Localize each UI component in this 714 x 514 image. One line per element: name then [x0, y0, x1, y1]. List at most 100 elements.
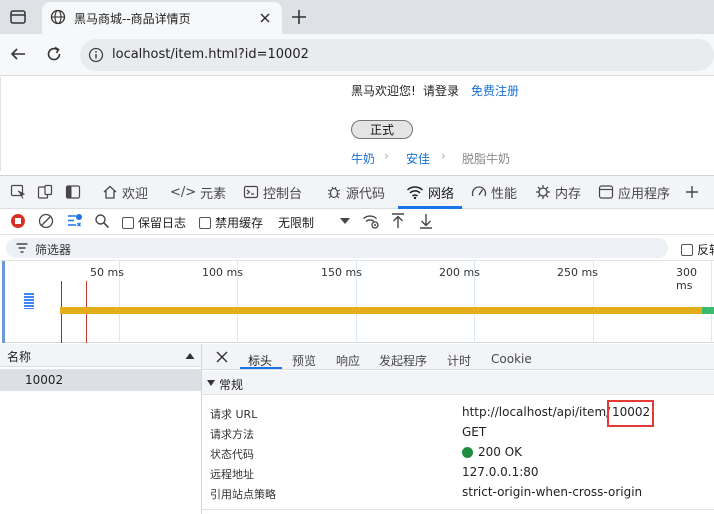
timeline-resource-stack	[24, 293, 34, 309]
filter-placeholder: 筛选器	[35, 243, 72, 257]
preserve-log-label: 保留日志	[138, 216, 187, 230]
throttle-dropdown-icon[interactable]	[339, 216, 351, 226]
tab-performance[interactable]: 性能	[471, 175, 517, 209]
tab-title: 黑马商城--商品详情页	[74, 12, 191, 26]
tab-memory[interactable]: 内存	[535, 175, 581, 209]
tab-sources-label: 源代码	[346, 186, 386, 202]
address-bar[interactable]: localhost/item.html?id=10002	[80, 39, 714, 71]
tab-preview[interactable]: 预览	[292, 352, 316, 369]
request-waterfall-bar	[60, 307, 702, 314]
url-id-highlight: 10002	[607, 400, 654, 427]
request-url-id: 10002	[612, 405, 651, 419]
back-arrow-icon[interactable]	[9, 45, 27, 63]
filter-input[interactable]: 筛选器	[6, 238, 668, 258]
request-method-key: 请求方法	[210, 428, 254, 441]
filter-settings-icon[interactable]	[66, 212, 84, 230]
disable-cache-checkbox[interactable]	[199, 216, 211, 229]
tab-memory-label: 内存	[555, 186, 582, 202]
preserve-log-checkbox[interactable]	[122, 216, 134, 229]
name-column-header[interactable]: 名称	[0, 344, 201, 367]
home-icon	[103, 185, 117, 199]
tab-welcome-label: 欢迎	[122, 186, 149, 202]
url-text[interactable]: localhost/item.html?id=10002	[112, 47, 309, 62]
tab-performance-label: 性能	[491, 186, 518, 202]
tab-timing[interactable]: 计时	[447, 352, 471, 369]
request-name: 10002	[25, 373, 64, 387]
sort-ascending-icon[interactable]	[185, 352, 195, 360]
gauge-icon	[471, 186, 487, 197]
disable-cache-label: 禁用缓存	[215, 216, 264, 230]
disable-cache-toggle[interactable]: 禁用缓存	[199, 214, 263, 231]
remote-address-key: 远程地址	[210, 468, 254, 481]
new-tab-icon[interactable]	[290, 8, 308, 26]
remote-address-value: 127.0.0.1:80	[462, 465, 539, 479]
timeline-tick-label: 100 ms	[202, 266, 243, 279]
network-conditions-icon[interactable]	[362, 212, 380, 230]
tab-welcome[interactable]: 欢迎	[102, 175, 148, 209]
search-icon[interactable]	[94, 213, 110, 229]
register-link[interactable]: 免费注册	[471, 82, 519, 99]
clear-icon[interactable]	[38, 213, 54, 229]
timeline-tick-label: 200 ms	[439, 266, 480, 279]
tab-elements[interactable]: </> 元素	[170, 175, 226, 209]
preserve-log-toggle[interactable]: 保留日志	[122, 214, 186, 231]
detail-active-indicator	[240, 367, 282, 369]
table-row[interactable]: 10002	[0, 369, 201, 391]
tab-application[interactable]: 应用程序	[598, 175, 670, 209]
timeline-tick-label: 150 ms	[321, 266, 362, 279]
referrer-policy-key: 引用站点策略	[210, 488, 276, 501]
request-method-value: GET	[462, 425, 487, 439]
export-har-icon[interactable]	[418, 212, 434, 230]
name-column-label: 名称	[7, 350, 32, 364]
login-link[interactable]: 请登录	[423, 82, 459, 99]
more-tabs-plus-icon[interactable]	[684, 184, 700, 200]
device-toolbar-icon[interactable]	[37, 184, 53, 200]
section-divider	[202, 509, 714, 510]
tab-initiator[interactable]: 发起程序	[379, 352, 427, 369]
import-har-icon[interactable]	[390, 212, 406, 230]
close-tab-icon[interactable]	[258, 11, 272, 25]
application-window-icon	[598, 185, 614, 199]
invert-filter-toggle[interactable]: 反转	[681, 241, 714, 258]
timeline-overview[interactable]: 50 ms 100 ms 150 ms 200 ms 250 ms 300 ms	[2, 261, 714, 343]
tab-console[interactable]: 控制台	[243, 175, 302, 209]
filter-funnel-icon	[16, 243, 28, 253]
reload-icon[interactable]	[45, 45, 63, 63]
dock-side-icon[interactable]	[65, 184, 81, 200]
invert-filter-checkbox[interactable]	[681, 243, 693, 256]
record-stop-icon[interactable]	[10, 213, 26, 229]
breadcrumb-separator-icon: ›	[384, 149, 389, 163]
tab-network[interactable]: 网络	[406, 175, 454, 209]
request-url-key: 请求 URL	[210, 408, 258, 421]
timeline-selection-handle[interactable]	[2, 261, 5, 343]
console-icon	[243, 185, 259, 199]
tab-elements-label: 元素	[200, 186, 227, 202]
collapse-triangle-icon	[207, 380, 215, 386]
breadcrumb-separator-icon: ›	[441, 149, 446, 163]
info-icon[interactable]	[88, 47, 104, 63]
bug-icon	[327, 186, 341, 199]
general-section-header[interactable]: 常规	[202, 371, 714, 395]
close-detail-icon[interactable]	[215, 350, 229, 364]
tab-response[interactable]: 响应	[336, 352, 360, 369]
environment-button[interactable]: 正式	[351, 120, 413, 139]
timeline-tick-label: 250 ms	[557, 266, 598, 279]
throttle-select[interactable]: 无限制	[278, 214, 314, 231]
tab-sources[interactable]: 源代码	[326, 175, 385, 209]
memory-chip-icon	[536, 185, 550, 199]
breadcrumb-item[interactable]: 牛奶	[351, 150, 375, 167]
tab-network-label: 网络	[428, 186, 455, 202]
tab-actions-icon[interactable]	[9, 8, 27, 26]
timeline-tick-label: 300 ms	[676, 266, 697, 292]
general-section-label: 常规	[219, 378, 244, 392]
breadcrumb-current: 脱脂牛奶	[462, 152, 511, 166]
tab-console-label: 控制台	[263, 186, 303, 202]
breadcrumb-item[interactable]: 安佳	[406, 150, 430, 167]
status-code-key: 状态代码	[210, 448, 254, 461]
tab-cookie[interactable]: Cookie	[491, 352, 532, 366]
request-download-bar	[702, 307, 714, 314]
welcome-text: 黑马欢迎您!	[351, 84, 416, 98]
invert-filter-label: 反转	[697, 243, 714, 257]
browser-tab-active[interactable]: 黑马商城--商品详情页	[42, 2, 282, 34]
inspect-element-icon[interactable]	[10, 184, 26, 200]
